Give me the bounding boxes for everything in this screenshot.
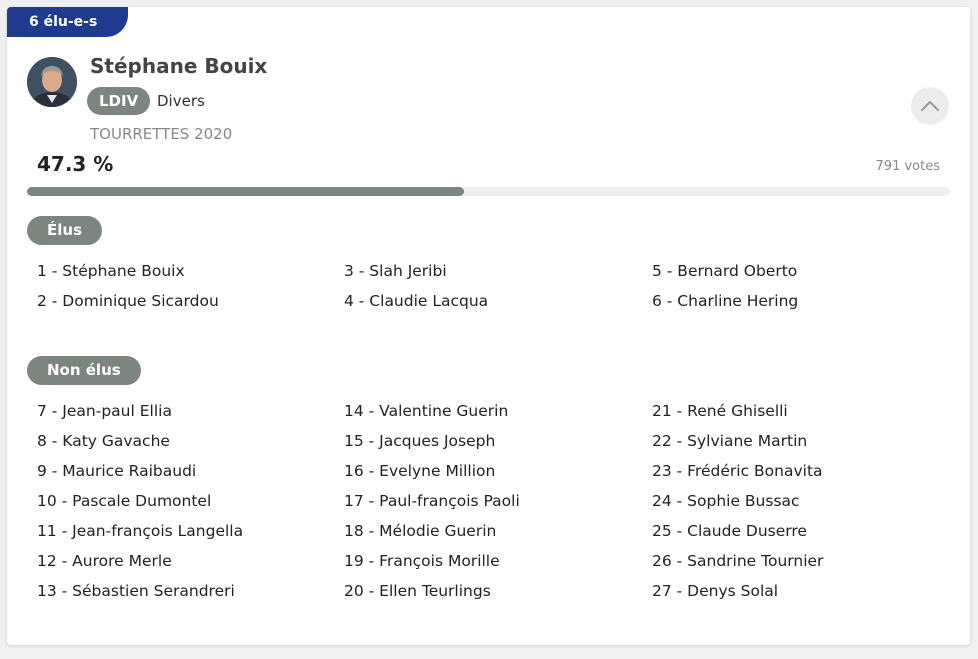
list-name: TOURRETTES 2020 [90, 125, 233, 143]
list-item: 16 - Evelyne Million [344, 462, 496, 480]
list-item: 25 - Claude Duserre [652, 522, 807, 540]
score-percentage: 47.3 % [37, 152, 114, 176]
elus-list: 1 - Stéphane Bouix 2 - Dominique Sicardou… [37, 256, 957, 316]
vote-count: 791 votes [875, 159, 940, 174]
list-item: 17 - Paul-françois Paoli [344, 492, 520, 510]
list-item: 19 - François Morille [344, 552, 500, 570]
result-card: 6 élu-e-s Stéphane Bouix LDIV Divers TOU… [7, 7, 970, 645]
score-bar [27, 187, 950, 196]
list-item: 15 - Jacques Joseph [344, 432, 496, 450]
elected-count-badge: 6 élu-e-s [7, 7, 128, 37]
list-item: 13 - Sébastien Serandreri [37, 582, 235, 600]
list-item: 22 - Sylviane Martin [652, 432, 808, 450]
avatar [27, 57, 77, 107]
list-item: 5 - Bernard Oberto [652, 262, 798, 280]
list-item: 9 - Maurice Raibaudi [37, 462, 197, 480]
list-item: 21 - René Ghiselli [652, 402, 788, 420]
avatar-image [27, 57, 77, 107]
list-item: 24 - Sophie Bussac [652, 492, 800, 510]
list-item: 20 - Ellen Teurlings [344, 582, 491, 600]
non-elus-section-label: Non élus [27, 356, 141, 385]
party-name: Divers [157, 92, 205, 110]
party-badge: LDIV [87, 87, 151, 115]
list-item: 18 - Mélodie Guerin [344, 522, 497, 540]
list-item: 10 - Pascale Dumontel [37, 492, 212, 510]
list-item: 23 - Frédéric Bonavita [652, 462, 823, 480]
list-item: 7 - Jean-paul Ellia [37, 402, 172, 420]
list-item: 4 - Claudie Lacqua [344, 292, 489, 310]
list-item: 6 - Charline Hering [652, 292, 799, 310]
list-item: 2 - Dominique Sicardou [37, 292, 219, 310]
elus-section-label: Élus [27, 216, 102, 245]
list-item: 27 - Denys Solal [652, 582, 779, 600]
list-item: 3 - Slah Jeribi [344, 262, 447, 280]
list-item: 14 - Valentine Guerin [344, 402, 509, 420]
collapse-button[interactable] [911, 87, 949, 125]
list-item: 26 - Sandrine Tournier [652, 552, 824, 570]
list-item: 8 - Katy Gavache [37, 432, 170, 450]
score-bar-fill [27, 187, 464, 196]
non-elus-list: 7 - Jean-paul Ellia 8 - Katy Gavache 9 - M… [37, 396, 957, 606]
list-item: 1 - Stéphane Bouix [37, 262, 185, 280]
chevron-up-icon [921, 101, 939, 111]
list-item: 11 - Jean-françois Langella [37, 522, 244, 540]
list-item: 12 - Aurore Merle [37, 552, 172, 570]
candidate-name: Stéphane Bouix [90, 54, 268, 78]
